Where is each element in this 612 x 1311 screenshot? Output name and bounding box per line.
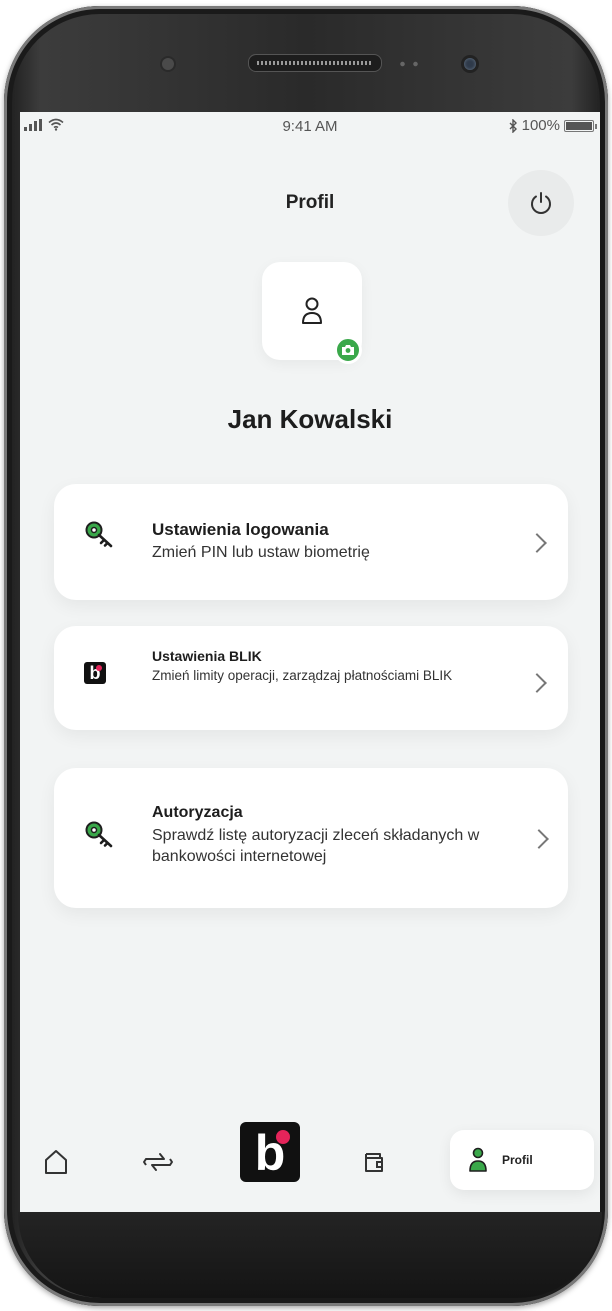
- blik-icon: b: [84, 662, 106, 684]
- blik-settings-item[interactable]: b Ustawienia BLIK Zmień limity operacji,…: [54, 626, 568, 730]
- blik-dot: [276, 1130, 290, 1144]
- battery-percent: 100%: [521, 117, 560, 134]
- authorization-item[interactable]: Autoryzacja Sprawdź listę autoryzacji zl…: [54, 768, 568, 908]
- nav-home[interactable]: [36, 1142, 76, 1182]
- chevron-right-icon: [527, 673, 547, 693]
- authorization-text: Autoryzacja Sprawdź listę autoryzacji zl…: [152, 804, 520, 868]
- login-settings-description: Zmień PIN lub ustaw biometrię: [152, 544, 370, 561]
- change-photo-button[interactable]: [334, 336, 362, 364]
- nav-transfers[interactable]: [136, 1142, 180, 1182]
- user-name: Jan Kowalski: [227, 404, 393, 434]
- user-icon: [469, 1147, 487, 1172]
- blik-settings-text: Ustawienia BLIK Zmień limity operacji, z…: [152, 648, 508, 685]
- status-bar: 9:41 AM 100%: [20, 112, 600, 142]
- nav-products[interactable]: [354, 1142, 394, 1182]
- status-right: 100%: [509, 117, 597, 134]
- battery-icon: [564, 119, 597, 132]
- speaker-grille: [248, 54, 382, 72]
- transfer-icon: [143, 1153, 173, 1171]
- front-camera: [464, 58, 476, 70]
- camera-icon: [342, 345, 354, 355]
- bottom-nav: b Profil: [20, 1112, 600, 1212]
- sensor-dots: [396, 61, 422, 67]
- front-sensor: [162, 58, 174, 70]
- logout-button[interactable]: [508, 170, 574, 236]
- login-settings-title: Ustawienia logowania: [152, 520, 329, 539]
- chevron-right-icon: [527, 533, 547, 553]
- login-settings-item[interactable]: Ustawienia logowania Zmień PIN lub ustaw…: [54, 484, 568, 600]
- nav-blik[interactable]: b: [240, 1122, 300, 1182]
- blik-settings-title: Ustawienia BLIK: [152, 648, 262, 664]
- bluetooth-icon: [509, 118, 517, 133]
- power-icon: [531, 192, 551, 214]
- battery-level: [566, 121, 592, 130]
- chevron-right-icon: [529, 829, 549, 849]
- authorization-description: Sprawdź listę autoryzacji zleceń składan…: [152, 827, 480, 865]
- user-icon: [302, 297, 322, 324]
- authorization-title: Autoryzacja: [152, 804, 243, 821]
- key-icon: [84, 820, 114, 855]
- app-screen: 9:41 AM 100% Profil Jan Kowalski Ustawie…: [20, 112, 600, 1212]
- blik-settings-description: Zmień limity operacji, zarządzaj płatnoś…: [152, 668, 453, 683]
- key-icon: [84, 520, 114, 555]
- phone-frame: 9:41 AM 100% Profil Jan Kowalski Ustawie…: [4, 6, 608, 1306]
- nav-profile[interactable]: Profil: [450, 1130, 594, 1190]
- login-settings-text: Ustawienia logowania Zmień PIN lub ustaw…: [152, 520, 508, 562]
- wallet-icon: [365, 1153, 383, 1172]
- bottom-bezel: [18, 1212, 602, 1298]
- nav-profile-label: Profil: [502, 1153, 533, 1167]
- home-icon: [45, 1150, 67, 1174]
